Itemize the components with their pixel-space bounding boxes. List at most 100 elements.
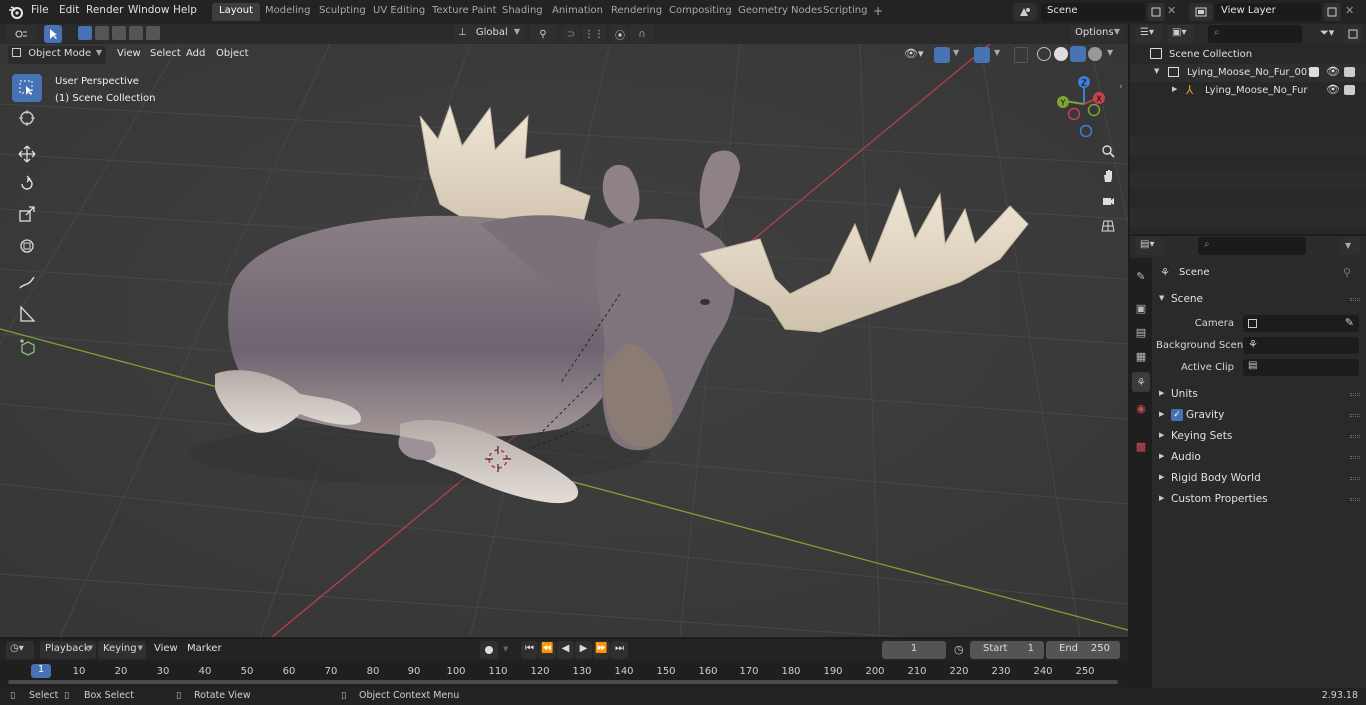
render-camera-icon[interactable] (1344, 85, 1355, 95)
drag-grip-icon[interactable] (1350, 393, 1360, 396)
visibility-filter-icon[interactable]: 👁▾ (904, 47, 928, 63)
tab-geometry-nodes[interactable]: Geometry Nodes (731, 3, 829, 21)
select-mode-new-icon[interactable] (78, 26, 92, 40)
zoom-view-icon[interactable] (1096, 140, 1120, 162)
camera-view-icon[interactable] (1096, 190, 1120, 212)
blender-logo-icon[interactable] (8, 4, 24, 20)
start-frame-field[interactable]: Start 1 (970, 641, 1044, 659)
annotate-tool-icon[interactable] (12, 268, 42, 296)
rigid-body-world-panel-header[interactable]: ▶ Rigid Body World (1156, 471, 1362, 489)
new-view-layer-icon[interactable] (1323, 3, 1341, 21)
scene-name-field[interactable]: Scene (1041, 3, 1145, 21)
world-tab-icon[interactable]: ◉ (1132, 398, 1150, 418)
drag-grip-icon[interactable] (1350, 456, 1360, 459)
playback-dropdown[interactable]: Playback ▼ (40, 641, 96, 659)
render-tab-icon[interactable]: ▣ (1132, 298, 1150, 318)
visibility-eye-icon[interactable]: 👁 (1326, 65, 1340, 78)
new-scene-icon[interactable] (1147, 3, 1165, 21)
gravity-panel-header[interactable]: ▶ ✓ Gravity (1156, 408, 1362, 426)
outliner-row-moose-collection[interactable]: ▼ Lying_Moose_No_Fur_001 👁 (1130, 64, 1366, 82)
select-mode-invert-icon[interactable] (129, 26, 143, 40)
sidebar-toggle-icon[interactable]: ‹ (1119, 82, 1123, 92)
drag-grip-icon[interactable] (1350, 435, 1360, 438)
scale-tool-icon[interactable] (12, 200, 42, 228)
select-mode-intersect-icon[interactable] (146, 26, 160, 40)
object-mode-dropdown[interactable]: Object Mode ▼ (8, 46, 106, 64)
move-tool-icon[interactable] (12, 140, 42, 168)
delete-view-layer-icon[interactable]: ✕ (1345, 4, 1359, 20)
delete-scene-icon[interactable]: ✕ (1167, 4, 1181, 20)
tab-uv-editing[interactable]: UV Editing (366, 3, 432, 21)
tab-sculpting[interactable]: Sculpting (312, 3, 373, 21)
select-mode-extend-icon[interactable] (95, 26, 109, 40)
menu-edit[interactable]: Edit (59, 4, 79, 16)
render-camera-icon[interactable] (1344, 67, 1355, 77)
timeline-editor-type-icon[interactable]: ◷▾ (6, 641, 34, 659)
outliner-editor-type-icon[interactable]: ☰▾ (1136, 25, 1162, 43)
pan-view-icon[interactable] (1096, 165, 1120, 187)
playhead-frame-indicator[interactable]: 1 (31, 664, 51, 678)
output-tab-icon[interactable]: ▤ (1132, 322, 1150, 342)
gizmo-toggle-icon[interactable] (934, 47, 950, 63)
rendered-shading-icon[interactable] (1088, 47, 1102, 61)
texture-tab-icon[interactable]: ▩ (1132, 436, 1150, 456)
timeline-menu-marker[interactable]: Marker (187, 643, 222, 654)
outliner-search-input[interactable]: ⌕ (1208, 25, 1302, 43)
tab-animation[interactable]: Animation (545, 3, 610, 21)
tab-layout[interactable]: Layout (212, 3, 260, 21)
snap-toggle-icon[interactable]: ⊃ (562, 25, 580, 43)
timeline-scrollbar[interactable] (8, 680, 1118, 684)
pivot-point-dropdown[interactable]: ⚲ (530, 25, 556, 43)
gizmo-dropdown-icon[interactable]: ▼ (953, 48, 959, 57)
drag-grip-icon[interactable] (1350, 498, 1360, 501)
menu-render[interactable]: Render (86, 4, 123, 16)
view-layer-selector-icon[interactable] (1189, 3, 1213, 21)
rotate-tool-icon[interactable] (12, 170, 42, 198)
proportional-falloff-icon[interactable]: ∩ (630, 25, 654, 43)
overlay-dropdown-icon[interactable]: ▼ (994, 48, 1000, 57)
viewport-menu-select[interactable]: Select (150, 48, 181, 59)
scene-panel-header[interactable]: ▼ Scene (1156, 292, 1362, 310)
perspective-toggle-icon[interactable] (1096, 215, 1120, 237)
chevron-right-icon[interactable]: ▶ (1172, 85, 1177, 93)
jump-keyframe-forward-icon[interactable]: ⏩ (593, 641, 610, 659)
units-panel-header[interactable]: ▶ Units (1156, 387, 1362, 405)
pin-icon[interactable]: ⚲ (1343, 266, 1351, 279)
view-layer-tab-icon[interactable]: ▦ (1132, 346, 1150, 366)
viewport-menu-add[interactable]: Add (186, 48, 205, 59)
properties-editor-type-icon[interactable]: ▤▾ (1136, 237, 1164, 255)
jump-end-icon[interactable]: ⏭ (611, 641, 628, 659)
transform-tool-icon[interactable] (12, 232, 42, 260)
transform-orientation-dropdown[interactable]: ⊥ Global ▼ (454, 25, 524, 43)
scene-tab-icon[interactable]: ⚘ (1132, 372, 1150, 392)
background-scene-field[interactable]: ⚘ (1243, 337, 1359, 354)
select-box-tool-icon[interactable] (12, 74, 42, 102)
viewport-menu-object[interactable]: Object (216, 48, 249, 59)
menu-file[interactable]: File (31, 4, 49, 16)
eyedropper-icon[interactable]: ✎ (1345, 316, 1354, 329)
material-preview-shading-icon[interactable] (1070, 46, 1086, 62)
timeline-menu-view[interactable]: View (154, 643, 178, 654)
scene-selector-icon[interactable] (1013, 3, 1037, 21)
gravity-checkbox[interactable]: ✓ (1171, 409, 1183, 421)
play-icon[interactable]: ▶ (575, 641, 592, 659)
custom-properties-panel-header[interactable]: ▶ Custom Properties (1156, 492, 1362, 510)
tab-modeling[interactable]: Modeling (258, 3, 318, 21)
xray-toggle-icon[interactable] (1014, 47, 1028, 63)
tab-compositing[interactable]: Compositing (662, 3, 739, 21)
overlay-toggle-icon[interactable] (974, 47, 990, 63)
display-mode-icon[interactable]: ▣▾ (1168, 25, 1194, 43)
auto-keying-dropdown-icon[interactable]: ▼ (503, 645, 508, 653)
menu-window[interactable]: Window (128, 4, 169, 16)
tab-shading[interactable]: Shading (495, 3, 550, 21)
camera-field[interactable]: ✎ (1243, 315, 1359, 332)
drag-grip-icon[interactable] (1350, 477, 1360, 480)
proportional-edit-icon[interactable]: ⦿ (612, 25, 628, 43)
jump-keyframe-back-icon[interactable]: ⏪ (539, 641, 556, 659)
outliner-row-scene-collection[interactable]: Scene Collection (1130, 46, 1366, 64)
exclude-checkbox-icon[interactable] (1309, 67, 1319, 77)
add-cube-tool-icon[interactable] (12, 334, 42, 362)
active-clip-field[interactable]: ▤ (1243, 359, 1359, 376)
editor-type-icon[interactable] (6, 25, 36, 43)
drag-grip-icon[interactable] (1350, 414, 1360, 417)
